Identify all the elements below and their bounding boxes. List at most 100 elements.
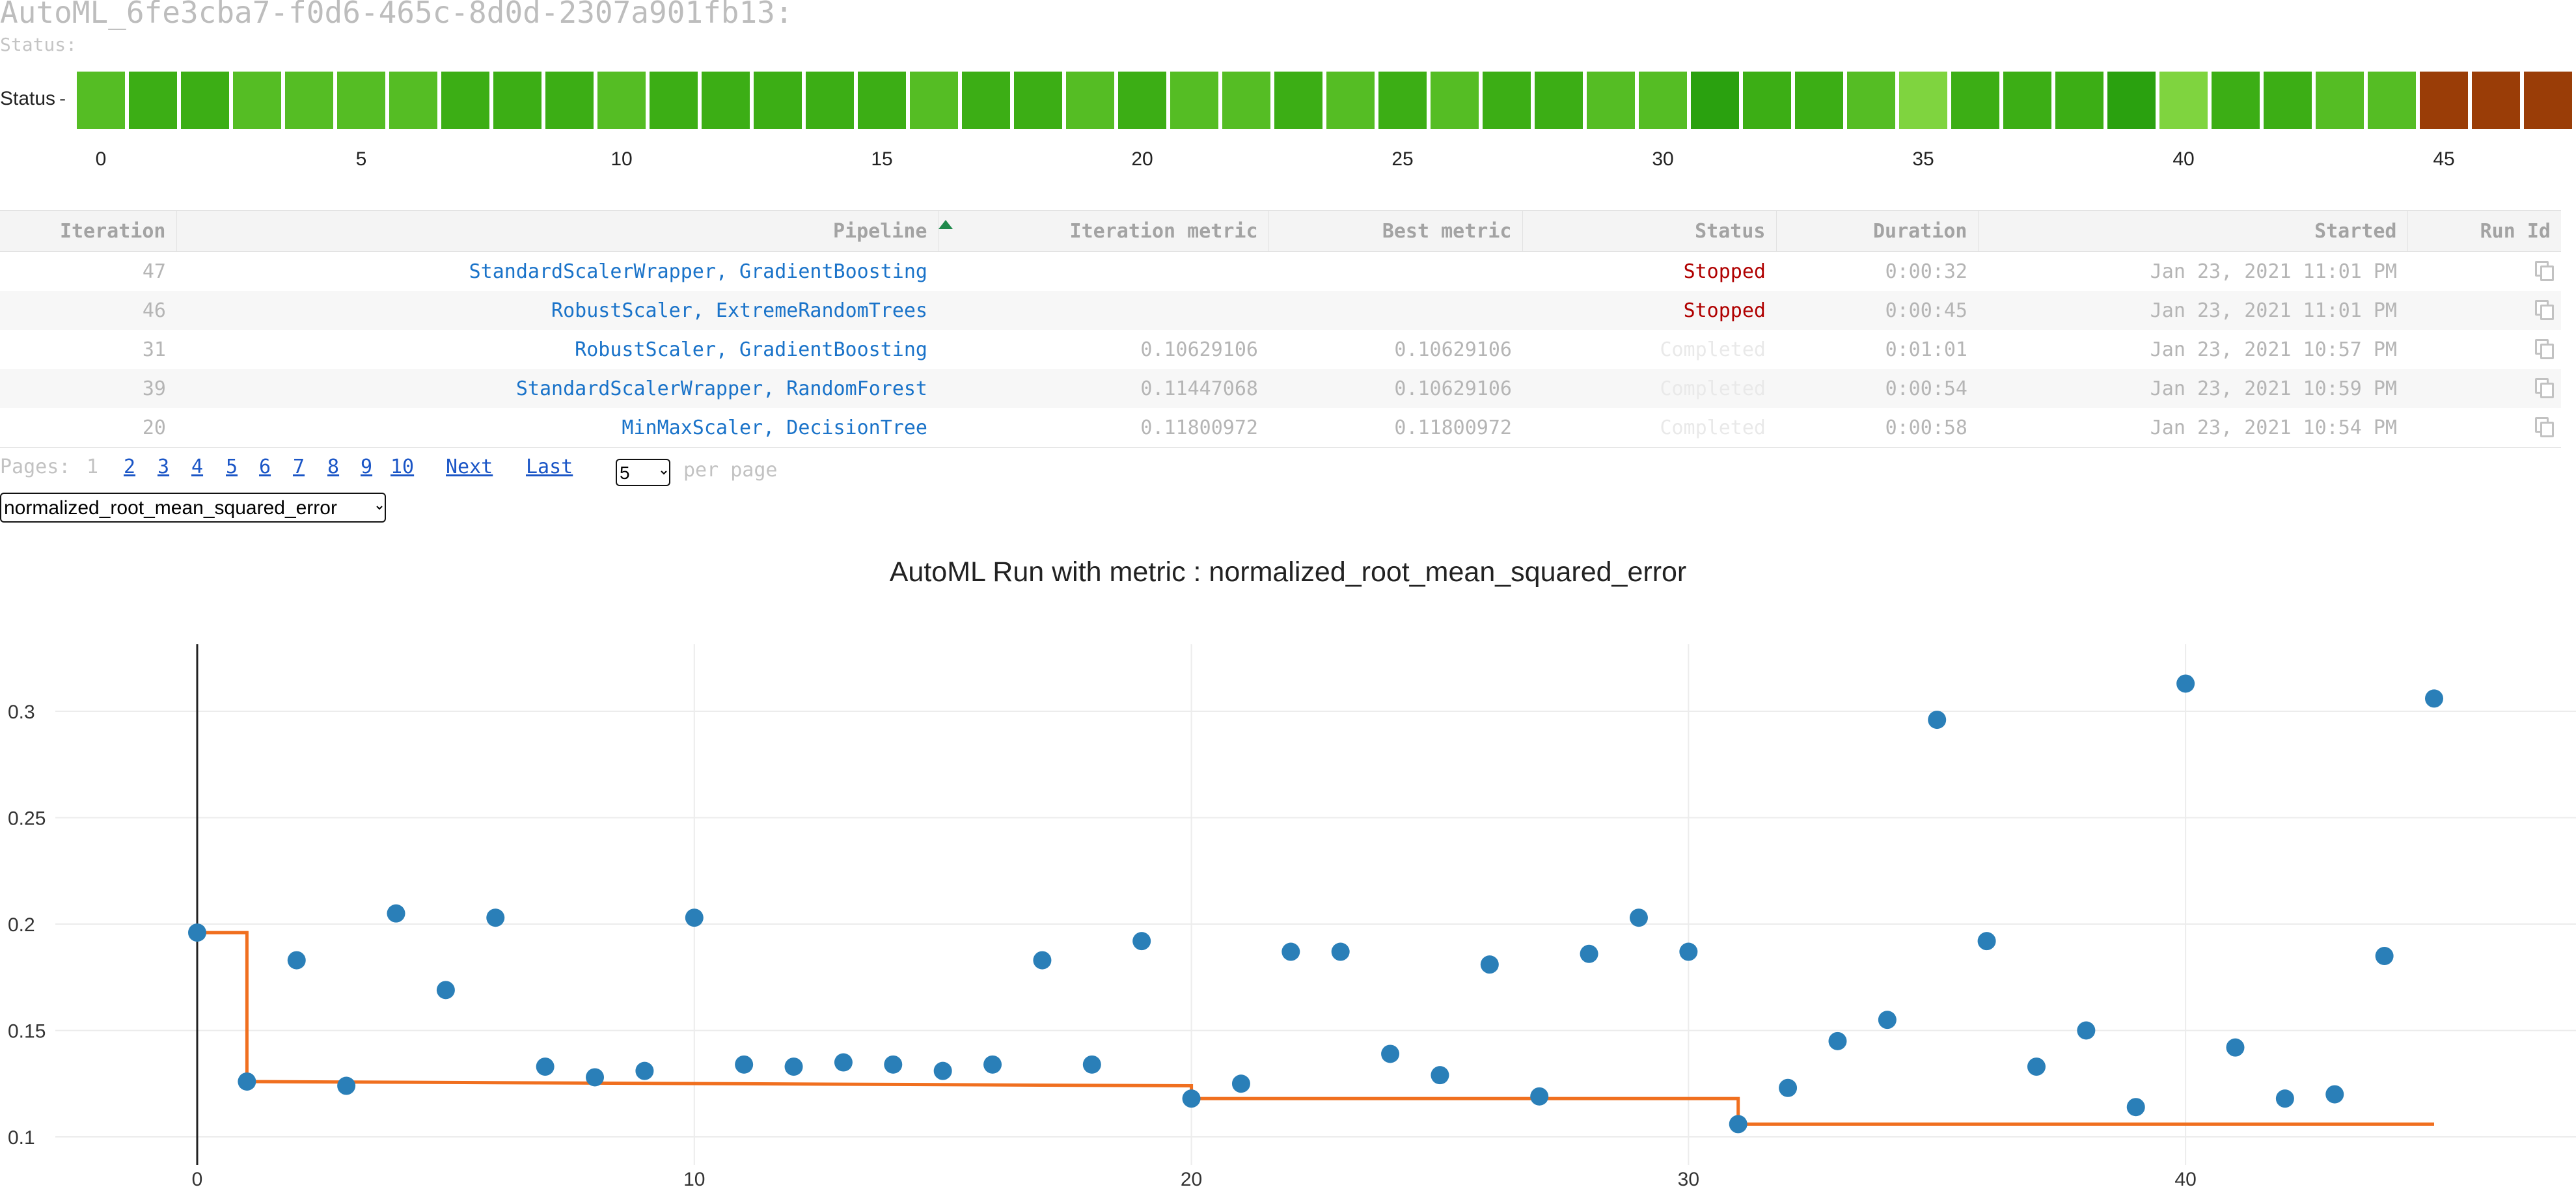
data-point[interactable]: [1033, 951, 1052, 970]
status-cell[interactable]: [1222, 72, 1270, 129]
page-link-9[interactable]: 9: [361, 456, 372, 478]
status-cell[interactable]: [2107, 72, 2156, 129]
data-point[interactable]: [1082, 1055, 1101, 1074]
data-point[interactable]: [735, 1055, 754, 1074]
data-point[interactable]: [685, 908, 704, 927]
data-point[interactable]: [834, 1053, 853, 1072]
status-cell[interactable]: [1639, 72, 1687, 129]
status-cell[interactable]: [2472, 72, 2520, 129]
page-link-5[interactable]: 5: [226, 456, 238, 478]
data-point[interactable]: [983, 1055, 1002, 1074]
data-point[interactable]: [1231, 1074, 1250, 1093]
data-point[interactable]: [933, 1061, 952, 1080]
status-cell[interactable]: [597, 72, 646, 129]
data-point[interactable]: [2275, 1089, 2294, 1108]
data-point[interactable]: [1132, 932, 1151, 951]
data-point[interactable]: [2226, 1038, 2245, 1057]
data-point[interactable]: [1629, 908, 1648, 927]
status-cell[interactable]: [1847, 72, 1895, 129]
page-link-2[interactable]: 2: [124, 456, 135, 478]
cell-pipeline-text[interactable]: StandardScalerWrapper, GradientBoosting: [469, 260, 927, 283]
data-point[interactable]: [486, 908, 505, 927]
status-cell[interactable]: [1274, 72, 1322, 129]
status-cell[interactable]: [77, 72, 125, 129]
copy-icon[interactable]: [2535, 416, 2554, 437]
status-cell[interactable]: [1743, 72, 1791, 129]
status-cell[interactable]: [1014, 72, 1062, 129]
cell-pipeline[interactable]: RobustScaler, GradientBoosting: [176, 330, 938, 369]
data-point[interactable]: [536, 1057, 555, 1076]
data-point[interactable]: [1679, 942, 1698, 961]
table-row[interactable]: 39 StandardScalerWrapper, RandomForest 0.1…: [0, 369, 2561, 408]
data-point[interactable]: [2126, 1098, 2145, 1117]
data-point[interactable]: [287, 951, 306, 970]
status-cell[interactable]: [1431, 72, 1479, 129]
status-cell[interactable]: [806, 72, 854, 129]
cell-pipeline-text[interactable]: RobustScaler, ExtremeRandomTrees: [551, 299, 927, 322]
status-cell[interactable]: [1535, 72, 1583, 129]
status-cell[interactable]: [1378, 72, 1427, 129]
status-cell[interactable]: [650, 72, 698, 129]
status-cell[interactable]: [2159, 72, 2208, 129]
status-cell[interactable]: [2316, 72, 2364, 129]
status-cell[interactable]: [2003, 72, 2051, 129]
status-cell[interactable]: [2212, 72, 2260, 129]
data-point[interactable]: [1480, 955, 1499, 974]
header-pipeline[interactable]: Pipeline: [176, 210, 939, 252]
page-link-6[interactable]: 6: [259, 456, 271, 478]
status-cell[interactable]: [1483, 72, 1531, 129]
per-page-select[interactable]: 5: [616, 459, 670, 486]
data-point[interactable]: [784, 1057, 803, 1076]
status-cell[interactable]: [545, 72, 594, 129]
data-point[interactable]: [1779, 1078, 1798, 1097]
status-cell[interactable]: [1951, 72, 1999, 129]
data-point[interactable]: [635, 1061, 654, 1080]
data-point[interactable]: [238, 1072, 256, 1091]
data-point[interactable]: [188, 923, 206, 942]
data-point[interactable]: [2027, 1057, 2046, 1076]
table-row[interactable]: 20 MinMaxScaler, DecisionTree 0.11800972 0.…: [0, 408, 2561, 448]
status-cell[interactable]: [129, 72, 177, 129]
page-link-8[interactable]: 8: [327, 456, 339, 478]
data-point[interactable]: [387, 904, 405, 923]
status-cell[interactable]: [181, 72, 229, 129]
status-cell[interactable]: [2055, 72, 2103, 129]
header-iteration-metric[interactable]: Iteration metric: [938, 210, 1269, 252]
cell-pipeline[interactable]: RobustScaler, ExtremeRandomTrees: [176, 291, 938, 330]
status-cell[interactable]: [389, 72, 437, 129]
status-cell[interactable]: [2524, 72, 2572, 129]
data-point[interactable]: [2077, 1021, 2096, 1040]
data-point[interactable]: [1828, 1031, 1847, 1050]
data-point[interactable]: [1977, 932, 1996, 951]
status-cell[interactable]: [2368, 72, 2416, 129]
data-point[interactable]: [1182, 1089, 1201, 1108]
header-status[interactable]: Status: [1522, 210, 1777, 252]
data-point[interactable]: [1580, 944, 1598, 963]
status-cell[interactable]: [962, 72, 1010, 129]
table-row[interactable]: 47 StandardScalerWrapper, GradientBoostin…: [0, 252, 2561, 292]
status-cell[interactable]: [337, 72, 385, 129]
status-cell[interactable]: [1691, 72, 1739, 129]
next-page-link[interactable]: Next: [446, 456, 493, 478]
copy-icon[interactable]: [2535, 299, 2554, 320]
copy-icon[interactable]: [2535, 260, 2554, 281]
status-cell[interactable]: [754, 72, 802, 129]
cell-pipeline[interactable]: StandardScalerWrapper, GradientBoosting: [176, 252, 938, 292]
data-point[interactable]: [1530, 1087, 1549, 1106]
copy-icon[interactable]: [2535, 377, 2554, 398]
status-cell[interactable]: [233, 72, 281, 129]
data-point[interactable]: [1381, 1044, 1400, 1063]
data-point[interactable]: [436, 981, 455, 1000]
page-link-10[interactable]: 10: [391, 456, 414, 478]
status-cell[interactable]: [1118, 72, 1166, 129]
cell-pipeline-text[interactable]: MinMaxScaler, DecisionTree: [622, 416, 927, 439]
page-link-3[interactable]: 3: [158, 456, 169, 478]
table-row[interactable]: 31 RobustScaler, GradientBoosting 0.106291…: [0, 330, 2561, 369]
cell-pipeline[interactable]: MinMaxScaler, DecisionTree: [176, 408, 938, 448]
status-cell[interactable]: [493, 72, 541, 129]
header-duration[interactable]: Duration: [1776, 210, 1979, 252]
status-cell[interactable]: [1587, 72, 1635, 129]
data-point[interactable]: [1928, 711, 1947, 730]
status-cell[interactable]: [1066, 72, 1114, 129]
data-point[interactable]: [884, 1055, 903, 1074]
